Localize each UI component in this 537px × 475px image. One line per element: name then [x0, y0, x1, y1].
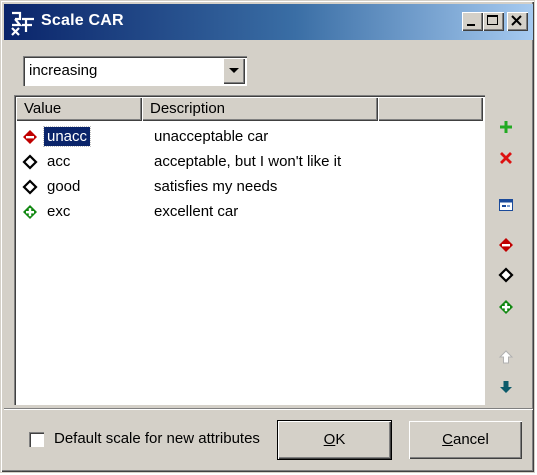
list-item[interactable]: exc excellent car	[16, 200, 476, 224]
maximize-icon	[487, 15, 498, 25]
window-title: Scale CAR	[41, 12, 124, 29]
row-icon	[22, 179, 38, 195]
close-button[interactable]	[507, 12, 528, 31]
column-header-value[interactable]: Value	[16, 97, 142, 121]
row-value: unacc	[42, 126, 92, 147]
row-description: satisfies my needs	[154, 178, 278, 195]
row-description: unacceptable car	[154, 128, 269, 145]
row-value: acc	[47, 153, 71, 170]
maximize-button[interactable]	[483, 12, 504, 31]
ok-button[interactable]: OK	[277, 420, 392, 460]
x-icon	[500, 152, 512, 164]
mark-bad-button[interactable]	[496, 235, 516, 255]
title-bar[interactable]: Scale CAR	[4, 4, 533, 40]
delete-value-button[interactable]	[496, 148, 516, 168]
default-scale-checkbox[interactable]	[29, 432, 44, 447]
good-value-icon	[23, 205, 37, 219]
values-list[interactable]: Value Description unacc unacceptable car a…	[14, 95, 485, 405]
mark-neutral-button[interactable]	[496, 265, 516, 285]
mark-good-button[interactable]	[496, 297, 516, 317]
side-toolbar	[486, 95, 526, 405]
order-select[interactable]: increasing	[23, 56, 247, 86]
neutral-value-icon	[22, 154, 38, 170]
app-icon	[11, 11, 34, 36]
row-icon	[22, 204, 38, 220]
ok-button-label: OK	[323, 431, 346, 448]
default-scale-label: Default scale for new attributes	[54, 430, 260, 447]
scale-dialog: Scale CAR increasing Value Description u…	[0, 0, 535, 473]
minimize-button[interactable]	[462, 12, 483, 31]
order-select-value: increasing	[29, 62, 98, 79]
row-value: exc	[47, 203, 71, 220]
close-icon	[511, 15, 522, 26]
row-icon	[22, 154, 38, 170]
column-header-filler	[378, 97, 483, 121]
plus-icon	[500, 121, 512, 133]
neutral-value-icon	[498, 267, 514, 283]
add-value-button[interactable]	[496, 117, 516, 137]
cancel-button-label: Cancel	[442, 431, 489, 448]
column-header-description[interactable]: Description	[142, 97, 378, 121]
row-value: good	[47, 178, 81, 195]
divider	[4, 408, 533, 410]
good-value-icon	[499, 300, 513, 314]
row-description: acceptable, but I won't like it	[154, 153, 342, 170]
move-up-button[interactable]	[496, 347, 516, 367]
bad-value-icon	[23, 130, 37, 144]
arrow-up-icon	[498, 350, 514, 364]
row-icon	[22, 129, 38, 145]
cancel-button[interactable]: Cancel	[409, 421, 522, 459]
edit-value-button[interactable]	[496, 195, 516, 215]
arrow-down-icon	[500, 381, 512, 393]
list-item[interactable]: unacc unacceptable car	[16, 125, 476, 149]
window-icon	[499, 199, 513, 211]
minimize-icon	[467, 24, 475, 26]
neutral-value-icon	[22, 179, 38, 195]
dropdown-button[interactable]	[223, 58, 245, 84]
bad-value-icon	[499, 238, 513, 252]
move-down-button[interactable]	[496, 377, 516, 397]
list-item[interactable]: good satisfies my needs	[16, 175, 476, 199]
chevron-down-icon	[229, 68, 239, 73]
row-description: excellent car	[154, 203, 239, 220]
list-item[interactable]: acc acceptable, but I won't like it	[16, 150, 476, 174]
